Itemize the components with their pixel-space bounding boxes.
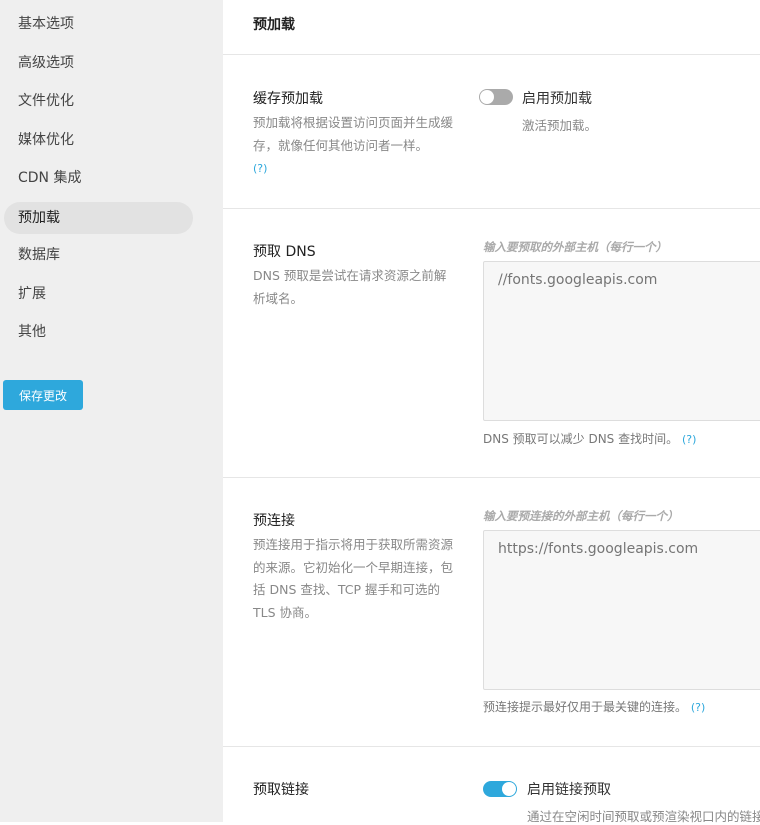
preconnect-title: 预连接: [253, 513, 295, 529]
preconnect-input-label: 输入要预连接的外部主机（每行一个）: [483, 509, 679, 523]
preload-toggle-label: 启用预加载: [522, 91, 592, 107]
dns-input-label: 输入要预取的外部主机（每行一个）: [483, 240, 667, 254]
toggle-knob: [502, 782, 516, 796]
preload-toggle[interactable]: [479, 89, 513, 105]
help-link[interactable]: (?): [682, 433, 696, 446]
sidebar-item-addons[interactable]: 扩展: [4, 278, 193, 310]
dns-prefetch-desc: DNS 预取是尝试在请求资源之前解析域名。: [253, 268, 447, 306]
preconnect-desc: 预连接用于指示将用于获取所需资源的来源。它初始化一个早期连接，包括 DNS 查找…: [253, 537, 454, 620]
divider: [223, 54, 760, 55]
divider: [223, 746, 760, 747]
cache-preload-title: 缓存预加载: [253, 91, 323, 107]
sidebar: 基本选项 高级选项 文件优化 媒体优化 CDN 集成 预加载 数据库 扩展 其他…: [0, 0, 223, 822]
toggle-knob: [480, 90, 494, 104]
dns-hint-text: DNS 预取可以减少 DNS 查找时间。: [483, 432, 679, 446]
link-prefetch-title: 预取链接: [253, 782, 309, 798]
link-prefetch-toggle-sub: 通过在空闲时间预取或预渲染视口内的链接: [527, 809, 760, 824]
sidebar-item-preload[interactable]: 预加载: [4, 202, 193, 234]
divider: [223, 477, 760, 478]
help-link[interactable]: (?): [691, 701, 705, 714]
help-link[interactable]: (?): [253, 162, 267, 175]
preconnect-hint: 预连接提示最好仅用于最关键的连接。 (?): [483, 698, 705, 715]
cache-preload-desc: 预加载将根据设置访问页面并生成缓存，就像任何其他访问者一样。 (?): [253, 112, 453, 181]
main-panel: 预加载 缓存预加载 预加载将根据设置访问页面并生成缓存，就像任何其他访问者一样。…: [223, 0, 760, 824]
preconnect-hint-text: 预连接提示最好仅用于最关键的连接。: [483, 700, 688, 714]
preconnect-input[interactable]: [483, 530, 760, 690]
sidebar-item-advanced[interactable]: 高级选项: [4, 47, 193, 79]
cache-preload-desc-text: 预加载将根据设置访问页面并生成缓存，就像任何其他访问者一样。: [253, 115, 454, 153]
dns-hint: DNS 预取可以减少 DNS 查找时间。 (?): [483, 430, 696, 447]
sidebar-item-cdn[interactable]: CDN 集成: [4, 162, 193, 194]
sidebar-item-media[interactable]: 媒体优化: [4, 124, 193, 156]
dns-prefetch-input[interactable]: [483, 261, 760, 421]
sidebar-item-other[interactable]: 其他: [4, 316, 193, 348]
sidebar-item-database[interactable]: 数据库: [4, 239, 193, 271]
preload-toggle-sub: 激活预加载。: [522, 118, 598, 133]
dns-prefetch-title: 预取 DNS: [253, 244, 316, 260]
divider: [223, 208, 760, 209]
save-changes-button[interactable]: 保存更改: [3, 380, 83, 410]
sidebar-item-basic[interactable]: 基本选项: [4, 8, 193, 40]
page-title: 预加载: [253, 17, 295, 33]
link-prefetch-toggle-label: 启用链接预取: [527, 782, 611, 798]
sidebar-item-file-optimization[interactable]: 文件优化: [4, 85, 193, 117]
link-prefetch-toggle[interactable]: [483, 781, 517, 797]
